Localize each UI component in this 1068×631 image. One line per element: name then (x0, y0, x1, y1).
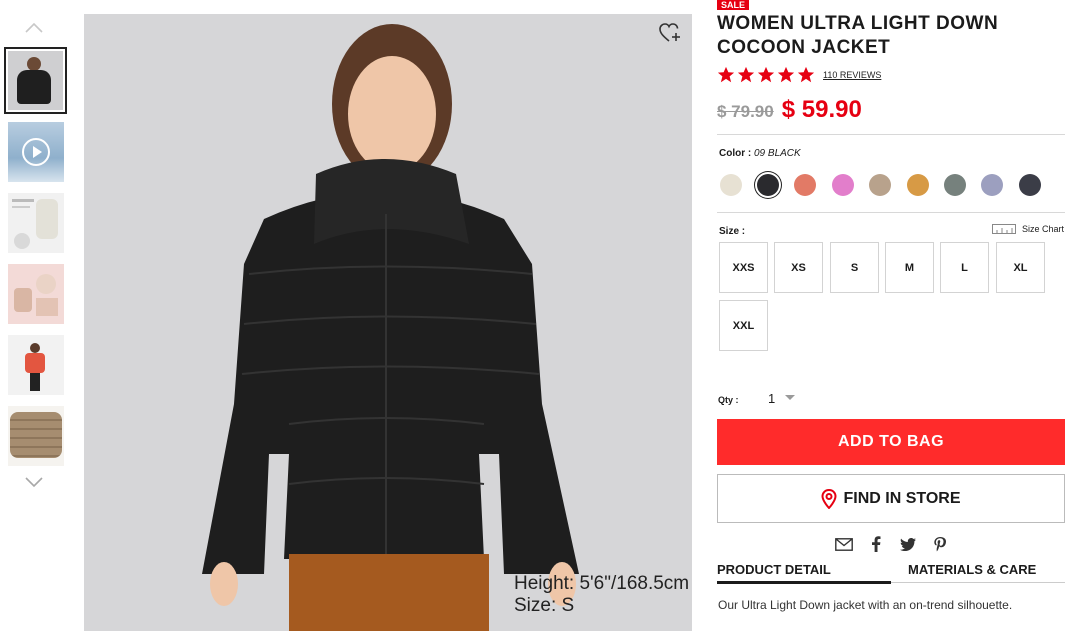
reviews-link[interactable]: 110 REVIEWS (823, 70, 881, 80)
facebook-icon[interactable] (866, 535, 886, 553)
swatch-grey-green[interactable] (944, 174, 966, 196)
size-chart-label: Size Chart (1022, 224, 1065, 234)
size-xxs-button[interactable]: XXS (719, 242, 768, 293)
product-title: WOMEN ULTRA LIGHT DOWN COCOON JACKET (717, 13, 999, 58)
size-chart-link[interactable]: Size Chart (992, 224, 1064, 234)
rating[interactable]: 110 REVIEWS (717, 66, 881, 84)
share-bar (834, 535, 962, 553)
swatch-beige[interactable] (869, 174, 891, 196)
swatch-navy[interactable] (1019, 174, 1041, 196)
model-caption: Height: 5'6"/168.5cm Size: S (514, 573, 689, 617)
find-in-store-label: FIND IN STORE (843, 489, 961, 507)
thumbnail-1[interactable] (4, 47, 67, 114)
add-to-bag-button[interactable]: ADD TO BAG (717, 419, 1065, 465)
model-size: Size: S (514, 595, 575, 616)
star-icon (717, 66, 735, 83)
size-l-button[interactable]: L (940, 242, 989, 293)
sale-price: $ 59.90 (781, 96, 862, 123)
play-icon (22, 138, 50, 166)
swatch-black[interactable] (757, 174, 779, 196)
star-icon (757, 66, 775, 83)
location-pin-icon (821, 488, 837, 509)
product-description: Our Ultra Light Down jacket with an on-t… (718, 598, 1013, 612)
chevron-down-icon[interactable] (24, 476, 44, 490)
divider (717, 212, 1065, 213)
swatch-cream[interactable] (720, 174, 742, 196)
find-in-store-button[interactable]: FIND IN STORE (717, 474, 1065, 523)
color-label: Color : 09 BLACK (719, 148, 801, 159)
swatch-mustard[interactable] (907, 174, 929, 196)
active-tab-indicator (717, 581, 891, 584)
qty-select[interactable]: 1 (760, 388, 808, 408)
star-icon (777, 66, 795, 83)
qty-value: 1 (768, 390, 776, 406)
model-photo (202, 24, 579, 631)
tab-product-detail[interactable]: PRODUCT DETAIL (717, 562, 831, 577)
original-price: $ 79.90 (717, 102, 774, 121)
size-m-button[interactable]: M (885, 242, 934, 293)
swatch-coral[interactable] (794, 174, 816, 196)
size-label: Size : (719, 226, 746, 237)
thumbnail-6[interactable] (8, 406, 64, 466)
model-height: Height: 5'6"/168.5cm (514, 573, 690, 594)
qty-label: Qty : (718, 395, 739, 405)
size-xl-button[interactable]: XL (996, 242, 1045, 293)
color-value: 09 BLACK (754, 148, 801, 159)
size-s-button[interactable]: S (830, 242, 879, 293)
tab-divider (891, 582, 1065, 583)
product-tabs: PRODUCT DETAIL MATERIALS & CARE (717, 562, 1065, 584)
thumbnail-5[interactable] (8, 335, 64, 395)
size-xs-button[interactable]: XS (774, 242, 823, 293)
size-xxl-button[interactable]: XXL (719, 300, 768, 351)
pinterest-icon[interactable] (930, 535, 950, 553)
star-icon (737, 66, 755, 83)
color-label-text: Color : (719, 148, 752, 159)
sale-badge: SALE (717, 0, 750, 10)
heart-plus-icon[interactable] (658, 22, 682, 44)
chevron-up-icon[interactable] (24, 22, 44, 36)
product-main-image[interactable]: Height: 5'6"/168.5cm Size: S (84, 14, 692, 631)
thumbnail-4[interactable] (8, 264, 64, 324)
thumbnail-3[interactable] (8, 193, 64, 253)
swatch-pink[interactable] (832, 174, 854, 196)
thumbnail-strip (0, 14, 70, 494)
divider (717, 134, 1065, 135)
swatch-lavender[interactable] (981, 174, 1003, 196)
caret-down-icon (785, 395, 795, 400)
thumbnail-video[interactable] (8, 122, 64, 182)
tab-materials-care[interactable]: MATERIALS & CARE (908, 562, 1036, 577)
price: $ 79.90 $ 59.90 (717, 96, 862, 124)
ruler-icon (992, 224, 1016, 234)
color-swatches (717, 171, 1065, 199)
twitter-icon[interactable] (898, 535, 918, 553)
star-icon (797, 66, 815, 83)
email-icon[interactable] (834, 535, 854, 553)
